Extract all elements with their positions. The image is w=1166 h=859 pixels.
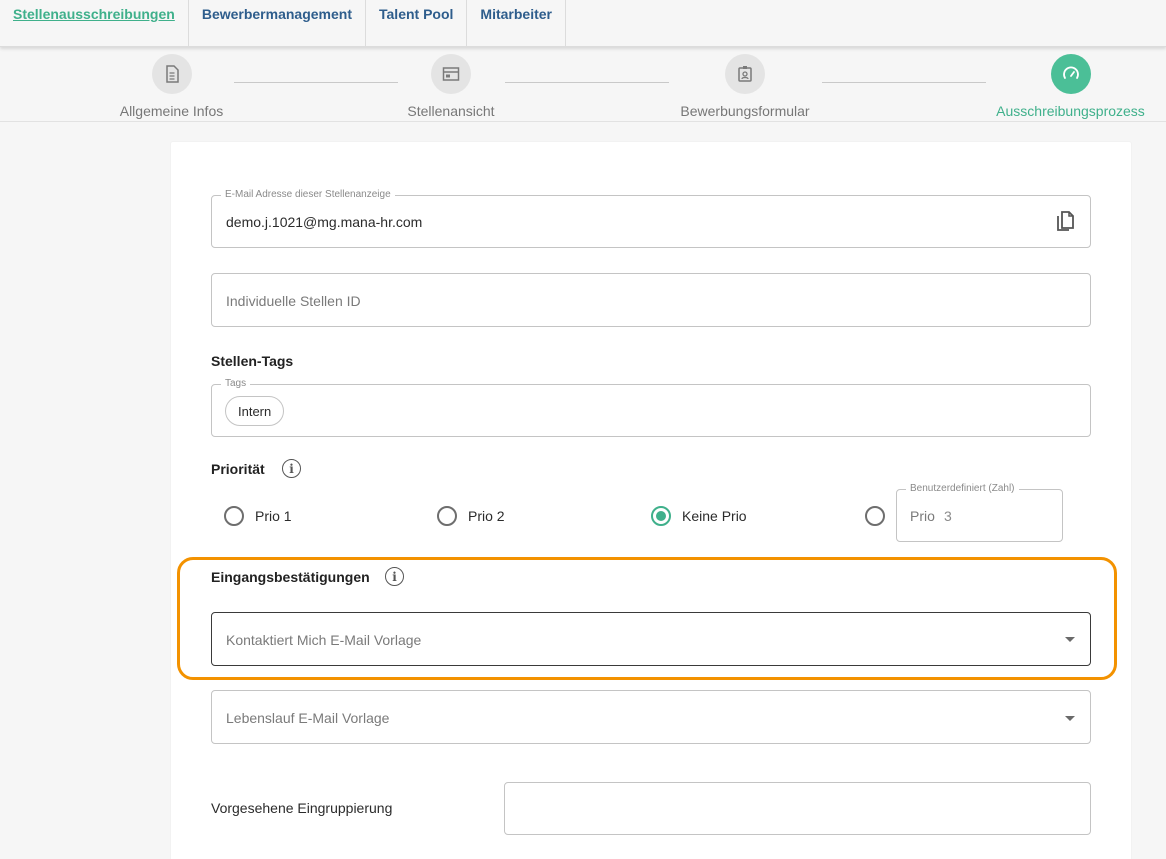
grouping-input[interactable] — [504, 782, 1091, 835]
confirmations-heading: Eingangsbestätigungen — [211, 569, 370, 585]
stellen-tags-heading: Stellen-Tags — [211, 353, 294, 369]
tags-input[interactable]: Tags Intern — [211, 378, 1091, 437]
grouping-label: Vorgesehene Eingruppierung — [211, 800, 393, 816]
top-navigation: Stellenausschreibungen Bewerbermanagemen… — [0, 0, 1166, 47]
select-placeholder: Kontaktiert Mich E-Mail Vorlage — [226, 632, 422, 648]
step-label: Stellenansicht — [407, 103, 495, 119]
field-legend: Benutzerdefiniert (Zahl) — [906, 483, 1019, 494]
step-ausschreibungsprozess[interactable]: Ausschreibungsprozess — [993, 54, 1148, 119]
step-bewerbungsformular[interactable]: Bewerbungsformular — [676, 54, 814, 119]
email-address-field[interactable]: E-Mail Adresse dieser Stellenanzeige dem… — [211, 189, 1091, 248]
step-stellenansicht[interactable]: Stellenansicht — [400, 54, 502, 119]
field-legend: Tags — [221, 378, 251, 389]
chevron-down-icon — [1065, 716, 1075, 721]
speedometer-icon — [1050, 54, 1091, 94]
custom-prio-value: 3 — [944, 508, 952, 524]
email-value: demo.j.1021@mg.mana-hr.com — [226, 214, 423, 230]
custom-prio-prefix: Prio — [910, 508, 935, 524]
radio-prio-1[interactable] — [224, 506, 244, 526]
radio-custom-prio[interactable] — [865, 506, 885, 526]
document-icon — [151, 54, 192, 94]
tab-bewerbermanagement[interactable]: Bewerbermanagement — [189, 0, 366, 46]
id-badge-icon — [725, 54, 765, 94]
step-allgemeine-infos[interactable]: Allgemeine Infos — [118, 54, 225, 119]
priority-heading: Priorität — [211, 461, 265, 477]
wizard-stepper: Allgemeine Infos Stellenansicht Bewerbun… — [0, 47, 1166, 122]
stellen-id-input[interactable]: Individuelle Stellen ID — [211, 273, 1091, 327]
browser-window-icon — [431, 54, 471, 94]
stellen-id-placeholder: Individuelle Stellen ID — [226, 293, 361, 309]
chevron-down-icon — [1065, 637, 1075, 642]
tab-mitarbeiter[interactable]: Mitarbeiter — [467, 0, 566, 46]
chip-label: Intern — [238, 403, 272, 419]
radio-label: Keine Prio — [682, 508, 747, 524]
radio-label: Prio 1 — [255, 508, 292, 524]
radio-prio-2[interactable] — [437, 506, 457, 526]
step-connector — [505, 82, 669, 83]
select-placeholder: Lebenslauf E-Mail Vorlage — [226, 710, 390, 726]
contact-template-select[interactable]: Kontaktiert Mich E-Mail Vorlage — [211, 612, 1091, 666]
custom-prio-input[interactable]: Benutzerdefiniert (Zahl) Prio 3 — [896, 483, 1063, 542]
tag-chip-intern[interactable]: Intern — [225, 396, 285, 426]
tab-stellenausschreibungen[interactable]: Stellenausschreibungen — [0, 0, 189, 46]
step-label: Ausschreibungsprozess — [996, 103, 1145, 119]
field-legend: E-Mail Adresse dieser Stellenanzeige — [221, 189, 395, 200]
step-connector — [822, 82, 986, 83]
cv-template-select[interactable]: Lebenslauf E-Mail Vorlage — [211, 690, 1091, 744]
tab-talent-pool[interactable]: Talent Pool — [366, 0, 468, 46]
step-label: Bewerbungsformular — [680, 103, 810, 119]
copy-icon[interactable] — [1055, 211, 1075, 238]
radio-keine-prio[interactable] — [651, 506, 671, 526]
info-icon[interactable]: i — [385, 567, 404, 586]
step-label: Allgemeine Infos — [119, 103, 224, 119]
info-icon[interactable]: i — [282, 459, 301, 478]
step-connector — [234, 82, 398, 83]
radio-label: Prio 2 — [468, 508, 505, 524]
